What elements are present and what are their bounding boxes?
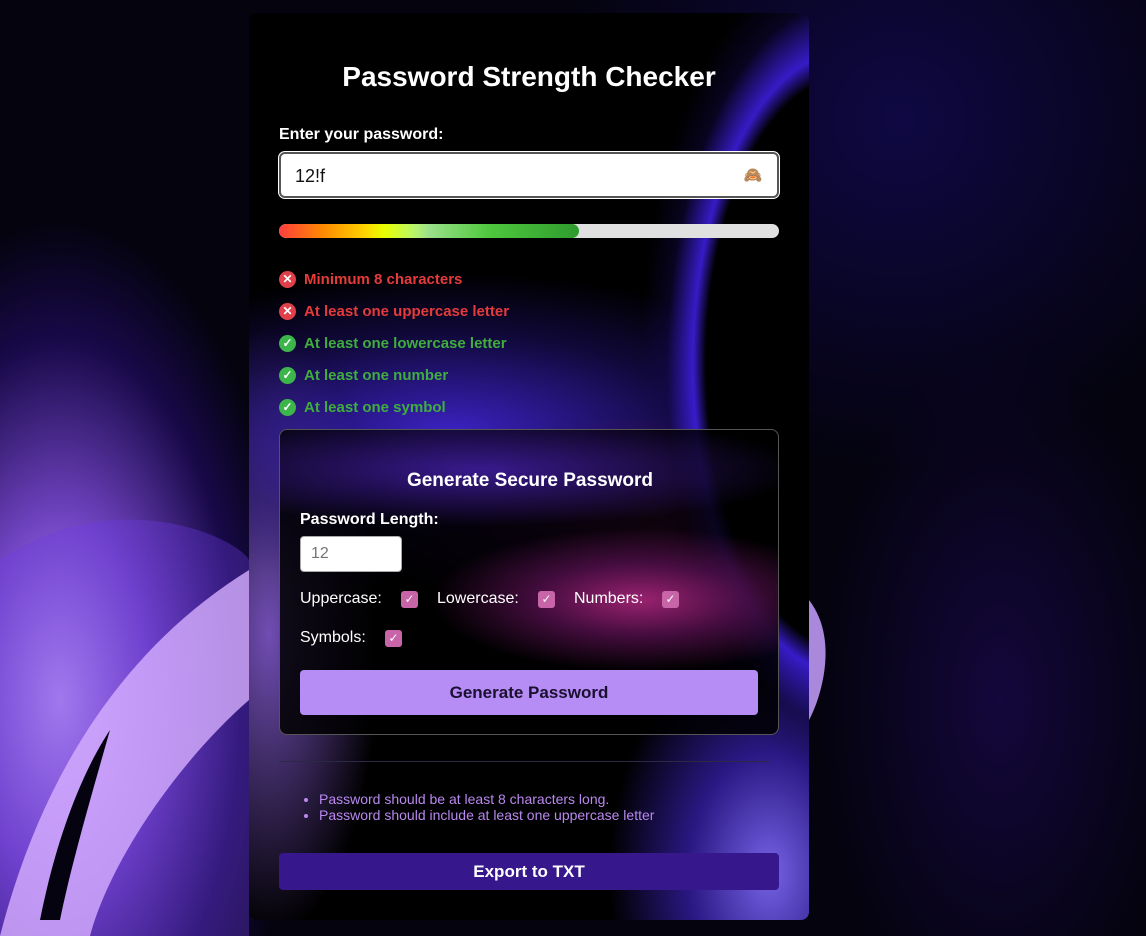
check-icon: ✓ [279,366,296,384]
export-txt-button[interactable]: Export to TXT [279,853,779,890]
password-input[interactable] [295,164,715,188]
strength-meter [279,224,779,238]
cross-icon: ✕ [279,270,296,288]
uppercase-checkbox[interactable]: ✓ [401,591,418,608]
check-icon: ✓ [279,334,296,352]
cross-icon: ✕ [279,302,296,320]
requirement-item: ✕ Minimum 8 characters [279,263,509,295]
requirements-list: ✕ Minimum 8 characters ✕ At least one upper… [279,263,509,423]
symbols-checkbox[interactable]: ✓ [385,630,402,647]
checker-card: Password Strength Checker Enter your pas… [249,13,809,920]
length-label: Password Length: [300,511,439,528]
lowercase-option-label: Lowercase: [437,590,519,607]
uppercase-option-label: Uppercase: [300,590,382,607]
lowercase-checkbox[interactable]: ✓ [538,591,555,608]
tips-list: Password should be at least 8 characters… [301,791,654,823]
generate-password-button[interactable]: Generate Password [300,670,758,715]
password-label: Enter your password: [279,126,444,143]
page-title: Password Strength Checker [342,61,716,92]
requirement-text: At least one lowercase letter [304,334,507,352]
tip-item: Password should include at least one upp… [319,807,654,823]
tip-item: Password should be at least 8 characters… [319,791,654,807]
numbers-checkbox[interactable]: ✓ [662,591,679,608]
requirement-item: ✓ At least one number [279,359,509,391]
requirement-text: At least one uppercase letter [304,302,510,320]
length-input[interactable] [300,536,402,572]
symbols-option-label: Symbols: [300,629,366,646]
generator-title: Generate Secure Password [406,470,654,491]
divider [279,761,769,762]
requirement-item: ✓ At least one symbol [279,391,509,423]
see-no-evil-monkey-icon[interactable]: 🙈 [743,167,763,185]
requirement-item: ✓ At least one lowercase letter [279,327,509,359]
requirement-item: ✕ At least one uppercase letter [279,295,509,327]
check-icon: ✓ [279,398,296,416]
requirement-text: At least one number [304,366,449,384]
requirement-text: At least one symbol [304,398,446,416]
strength-meter-fill [279,224,579,238]
generator-panel: Generate Secure Password Password Length… [279,429,779,735]
password-field[interactable]: 🙈 [279,152,779,198]
numbers-option-label: Numbers: [574,590,644,607]
requirement-text: Minimum 8 characters [304,270,463,288]
